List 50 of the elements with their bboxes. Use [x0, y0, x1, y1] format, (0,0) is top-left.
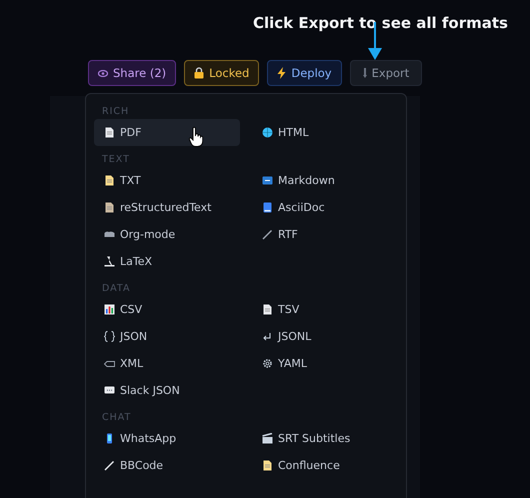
- format-option[interactable]: CSV: [94, 296, 240, 323]
- download-icon: [362, 68, 367, 78]
- format-option[interactable]: PDF: [94, 119, 240, 146]
- bar-chart-icon: [104, 304, 115, 315]
- section-heading: DATA: [101, 282, 132, 296]
- hand-cursor-icon: [189, 127, 203, 147]
- braces-icon: [104, 331, 115, 342]
- speech-bubble-icon: [104, 385, 115, 396]
- locked-button[interactable]: Locked: [184, 60, 260, 86]
- format-option[interactable]: YAML: [252, 350, 398, 377]
- format-option[interactable]: SRT Subtitles: [252, 425, 398, 452]
- document-icon: [104, 127, 115, 138]
- document-icon: [262, 304, 273, 315]
- clapperboard-icon: [262, 433, 273, 444]
- format-option[interactable]: RTF: [252, 221, 398, 248]
- format-option[interactable]: Org-mode: [94, 221, 240, 248]
- notepad-icon: [262, 460, 273, 471]
- section-heading: TEXT: [101, 153, 131, 167]
- export-button[interactable]: Export: [350, 60, 422, 86]
- eye-icon: [98, 70, 108, 76]
- format-option[interactable]: Confluence: [252, 452, 398, 479]
- notepad-icon: [104, 175, 115, 186]
- lightning-icon: [277, 67, 286, 79]
- book-icon: [262, 202, 273, 213]
- return-arrow-icon: [262, 331, 273, 342]
- markdown-icon: [262, 175, 273, 186]
- format-option[interactable]: AsciiDoc: [252, 194, 398, 221]
- gear-icon: [262, 358, 273, 369]
- globe-icon: [262, 127, 273, 138]
- share-button[interactable]: Share (2): [88, 60, 176, 86]
- phone-icon: [104, 433, 115, 444]
- format-option[interactable]: TXT: [94, 167, 240, 194]
- lock-icon: [194, 67, 204, 79]
- format-option[interactable]: JSON: [94, 323, 240, 350]
- pen-icon: [262, 229, 273, 240]
- format-option[interactable]: JSONL: [252, 323, 398, 350]
- format-option[interactable]: TSV: [252, 296, 398, 323]
- format-option[interactable]: HTML: [252, 119, 398, 146]
- section-heading: RICH: [101, 105, 130, 119]
- format-option[interactable]: LaTeX: [94, 248, 240, 275]
- format-option[interactable]: Markdown: [252, 167, 398, 194]
- format-option[interactable]: Slack JSON: [94, 377, 240, 404]
- deploy-button[interactable]: Deploy: [267, 60, 342, 86]
- section-heading: CHAT: [101, 411, 132, 425]
- pen-icon: [104, 460, 115, 471]
- format-option[interactable]: WhatsApp: [94, 425, 240, 452]
- tag-icon: [104, 358, 115, 369]
- format-option[interactable]: XML: [94, 350, 240, 377]
- format-option[interactable]: reStructuredText: [94, 194, 240, 221]
- format-option[interactable]: BBCode: [94, 452, 240, 479]
